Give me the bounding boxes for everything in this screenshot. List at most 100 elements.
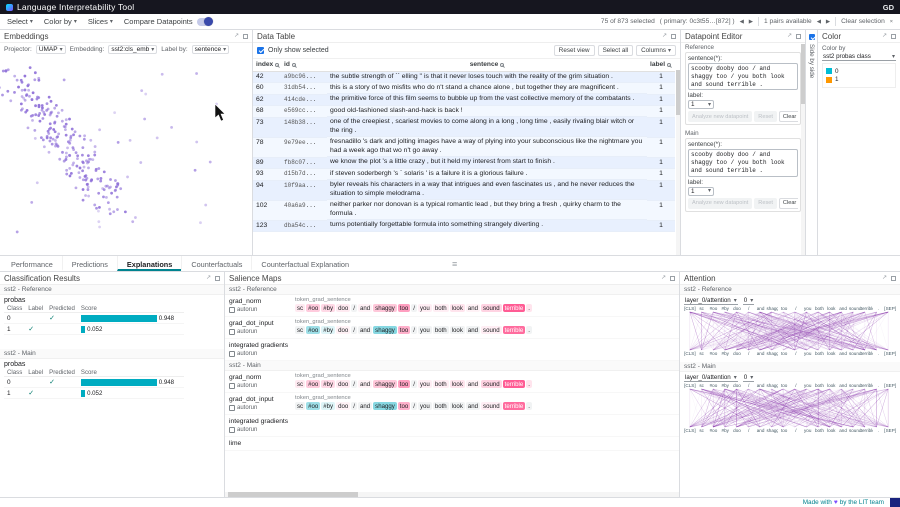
autorun-control[interactable]: autorun	[229, 351, 291, 357]
autorun-control[interactable]: autorun	[229, 307, 291, 313]
salience-token[interactable]: .	[526, 326, 532, 334]
color-by-select[interactable]: sst2 probas class▾	[822, 53, 896, 61]
salience-token[interactable]: and	[466, 380, 480, 388]
drag-handle-icon[interactable]: ≡	[452, 259, 457, 269]
salience-token[interactable]: and	[466, 326, 480, 334]
salience-token[interactable]: /	[411, 304, 417, 312]
salience-token[interactable]: you	[418, 402, 432, 410]
prev-datapoint-button[interactable]: ◀	[740, 19, 744, 25]
reset-view-button[interactable]: Reset view	[554, 45, 595, 56]
autorun-control[interactable]: autorun	[229, 405, 291, 411]
salience-token[interactable]: you	[418, 304, 432, 312]
maximize-icon[interactable]	[243, 34, 248, 39]
attention-head-select[interactable]: 0▾	[743, 374, 754, 382]
salience-token[interactable]: shaggy	[373, 380, 397, 388]
embedding-scatter-plot[interactable]	[0, 56, 250, 251]
salience-token[interactable]: #by	[321, 380, 335, 388]
attention-layer-select[interactable]: layer_0/attention▾	[684, 297, 738, 305]
salience-token[interactable]: both	[433, 380, 449, 388]
salience-token[interactable]: both	[433, 402, 449, 410]
table-row[interactable]: 68e569cc...good old-fashioned slash-and-…	[253, 106, 675, 117]
next-datapoint-button[interactable]: ▶	[749, 19, 753, 25]
salience-token[interactable]: #oo	[306, 380, 320, 388]
salience-token[interactable]: too	[398, 326, 410, 334]
horizontal-scrollbar[interactable]	[225, 492, 679, 497]
vertical-scrollbar[interactable]	[676, 70, 680, 255]
color-by-menu[interactable]: Color by▾	[44, 17, 77, 26]
table-row[interactable]: 73148b38...one of the creepiest , scarie…	[253, 117, 675, 137]
clear-selection-button[interactable]: Clear selection	[841, 18, 885, 25]
search-icon[interactable]	[275, 63, 279, 67]
autorun-control[interactable]: autorun	[229, 427, 291, 433]
salience-token[interactable]: .	[526, 380, 532, 388]
only-show-selected-checkbox[interactable]	[257, 47, 264, 54]
analyze-new-datapoint-button[interactable]: Analyze new datapoint	[688, 198, 752, 209]
popout-icon[interactable]: ↗	[234, 33, 239, 39]
column-header-id[interactable]: id	[281, 59, 327, 71]
popout-icon[interactable]: ↗	[661, 275, 666, 281]
salience-token[interactable]: both	[433, 304, 449, 312]
popout-icon[interactable]: ↗	[787, 33, 792, 39]
autorun-checkbox[interactable]	[229, 383, 235, 389]
salience-token[interactable]: and	[466, 304, 480, 312]
salience-token[interactable]: .	[526, 402, 532, 410]
select-menu[interactable]: Select▾	[7, 17, 33, 26]
column-header-index[interactable]: index▲	[253, 59, 281, 71]
salience-token[interactable]: look	[450, 402, 465, 410]
salience-token[interactable]: and	[466, 402, 480, 410]
salience-token[interactable]: sc	[295, 326, 305, 334]
salience-token[interactable]: /	[411, 380, 417, 388]
table-row[interactable]: 6031db54...this is a story of two misfit…	[253, 83, 675, 94]
column-header-sentence[interactable]: sentence	[327, 59, 647, 71]
clear-button[interactable]: Clear	[779, 198, 798, 209]
autorun-checkbox[interactable]	[229, 351, 235, 357]
salience-token[interactable]: .	[526, 304, 532, 312]
salience-token[interactable]: /	[351, 380, 357, 388]
salience-token[interactable]: #oo	[306, 326, 320, 334]
salience-token[interactable]: sc	[295, 402, 305, 410]
autorun-checkbox[interactable]	[229, 329, 235, 335]
label-select[interactable]: 1▾	[688, 100, 714, 109]
column-header-label[interactable]: label	[647, 59, 675, 71]
autorun-control[interactable]: autorun	[229, 383, 291, 389]
salience-token[interactable]: and	[358, 380, 372, 388]
sentence-input[interactable]: scooby dooby doo / and shaggy too / you …	[688, 149, 798, 176]
search-icon[interactable]	[667, 63, 671, 67]
side-by-side-checkbox[interactable]	[809, 34, 815, 40]
user-badge[interactable]: GD	[883, 3, 894, 12]
salience-token[interactable]: you	[418, 326, 432, 334]
popout-icon[interactable]: ↗	[662, 33, 667, 39]
autorun-checkbox[interactable]	[229, 405, 235, 411]
salience-token[interactable]: doo	[336, 304, 350, 312]
salience-token[interactable]: terrible	[503, 326, 526, 334]
salience-token[interactable]: look	[450, 326, 465, 334]
salience-token[interactable]: terrible	[503, 380, 526, 388]
label-by-select[interactable]: sentence▾	[192, 45, 229, 54]
columns-button[interactable]: Columns▾	[636, 45, 676, 56]
salience-token[interactable]: and	[358, 402, 372, 410]
salience-token[interactable]: sc	[295, 304, 305, 312]
prev-pair-button[interactable]: ◀	[817, 19, 821, 25]
popout-icon[interactable]: ↗	[882, 33, 887, 39]
analyze-new-datapoint-button[interactable]: Analyze new datapoint	[688, 111, 752, 122]
reset-button[interactable]: Reset	[754, 198, 777, 209]
maximize-icon[interactable]	[891, 34, 896, 39]
attention-head-select[interactable]: 0▾	[743, 297, 754, 305]
salience-token[interactable]: sound	[481, 304, 502, 312]
salience-token[interactable]: #by	[321, 402, 335, 410]
toggle-switch-icon[interactable]	[197, 18, 212, 26]
salience-token[interactable]: you	[418, 380, 432, 388]
salience-token[interactable]: both	[433, 326, 449, 334]
salience-token[interactable]: doo	[336, 326, 350, 334]
embedding-select[interactable]: sst2:cls_emb▾	[108, 45, 157, 54]
salience-token[interactable]: /	[411, 402, 417, 410]
salience-token[interactable]: shaggy	[373, 326, 397, 334]
projector-select[interactable]: UMAP▾	[36, 45, 66, 54]
slices-menu[interactable]: Slices▾	[88, 17, 113, 26]
search-icon[interactable]	[292, 63, 296, 67]
table-row[interactable]: 93d15b7d...if steven soderbergh 's ` sol…	[253, 169, 675, 180]
salience-token[interactable]: sc	[295, 380, 305, 388]
autorun-control[interactable]: autorun	[229, 329, 291, 335]
salience-token[interactable]: too	[398, 304, 410, 312]
salience-token[interactable]: #by	[321, 326, 335, 334]
